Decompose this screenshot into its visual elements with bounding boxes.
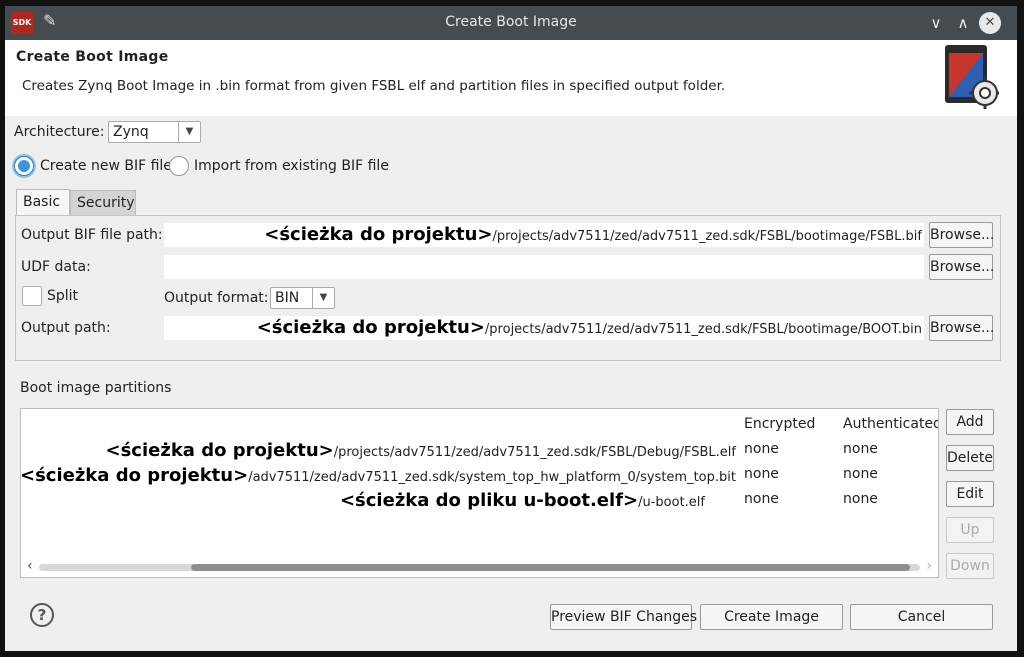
move-down-button[interactable]: Down <box>946 553 994 579</box>
chevron-up-icon[interactable]: ∧ <box>952 12 974 34</box>
column-authenticated: Authenticated <box>843 416 939 432</box>
dialog-header: Create Boot Image Creates Zynq Boot Imag… <box>5 40 1017 116</box>
architecture-value: Zynq <box>113 124 149 140</box>
output-path-browse-button[interactable]: Browse... <box>929 315 994 341</box>
architecture-label: Architecture: <box>14 124 105 140</box>
output-bif-browse-button[interactable]: Browse... <box>929 222 994 248</box>
window-title: Create Boot Image <box>445 14 577 30</box>
output-bif-label: Output BIF file path: <box>21 227 163 243</box>
tab-security[interactable]: Security <box>70 190 136 215</box>
partition-path-value: /projects/adv7511/zed/adv7511_zed.sdk/FS… <box>333 445 736 460</box>
create-new-bif-radio[interactable] <box>14 156 34 176</box>
output-bif-field[interactable]: <ścieżka do projektu>/projects/adv7511/z… <box>164 223 924 247</box>
column-encrypted: Encrypted <box>744 416 816 432</box>
partition-path-prefix: <ścieżka do projektu> <box>20 465 249 486</box>
cancel-button[interactable]: Cancel <box>850 604 993 630</box>
partition-encrypted: none <box>744 491 779 507</box>
partition-path-prefix: <ścieżka do pliku u-boot.elf> <box>339 490 639 511</box>
dialog-window: SDK ✎ Create Boot Image ∨ ∧ ✕ Create Boo… <box>5 6 1017 651</box>
page-description: Creates Zynq Boot Image in .bin format f… <box>22 78 726 94</box>
partitions-title: Boot image partitions <box>20 380 172 396</box>
tab-basic[interactable]: Basic <box>16 189 70 215</box>
udf-browse-button[interactable]: Browse... <box>929 254 994 280</box>
scrollbar-thumb[interactable] <box>191 564 910 571</box>
udf-data-label: UDF data: <box>21 259 91 275</box>
output-path-field[interactable]: <ścieżka do projektu>/projects/adv7511/z… <box>164 316 924 340</box>
page-title: Create Boot Image <box>16 49 169 65</box>
partition-encrypted: none <box>744 466 779 482</box>
table-row[interactable]: <ścieżka do pliku u-boot.elf>/u-boot.elf… <box>21 488 938 513</box>
delete-partition-button[interactable]: Delete <box>946 445 994 471</box>
create-new-bif-label[interactable]: Create new BIF file <box>40 158 172 174</box>
partitions-list[interactable]: Encrypted Authenticated <ścieżka do proj… <box>20 408 939 578</box>
output-format-label: Output format: <box>164 290 269 306</box>
partition-path-prefix: <ścieżka do projektu> <box>105 440 334 461</box>
chevron-right-icon[interactable]: › <box>926 558 932 574</box>
edit-partition-button[interactable]: Edit <box>946 481 994 507</box>
table-row[interactable]: <ścieżka do projektu>/projects/adv7511/z… <box>21 438 938 463</box>
partition-encrypted: none <box>744 441 779 457</box>
chevron-down-icon: ▼ <box>178 122 200 142</box>
split-checkbox[interactable] <box>22 286 42 306</box>
import-bif-radio[interactable] <box>169 156 189 176</box>
chevron-down-icon[interactable]: ∨ <box>925 12 947 34</box>
partition-path: <ścieżka do pliku u-boot.elf>/u-boot.elf <box>340 488 705 515</box>
horizontal-scrollbar[interactable]: ‹ › <box>21 558 938 574</box>
output-bif-value: /projects/adv7511/zed/adv7511_zed.sdk/FS… <box>492 229 922 244</box>
boot-image-gear-icon <box>945 45 999 109</box>
output-path-label: Output path: <box>21 320 111 336</box>
basic-tab-panel: Output BIF file path: <ścieżka do projek… <box>15 215 1001 361</box>
partition-path-value: /u-boot.elf <box>638 495 705 510</box>
scrollbar-track[interactable] <box>39 564 920 571</box>
split-label[interactable]: Split <box>47 288 78 304</box>
screenshot-frame: SDK ✎ Create Boot Image ∨ ∧ ✕ Create Boo… <box>0 0 1024 657</box>
add-partition-button[interactable]: Add <box>946 409 994 435</box>
preview-bif-changes-button[interactable]: Preview BIF Changes <box>550 604 697 630</box>
output-path-prefix: <ścieżka do projektu> <box>256 317 485 338</box>
help-icon[interactable]: ? <box>30 603 54 627</box>
partition-authenticated: none <box>843 441 878 457</box>
architecture-select[interactable]: Zynq ▼ <box>108 121 201 143</box>
chevron-left-icon[interactable]: ‹ <box>27 558 33 574</box>
output-format-value: BIN <box>275 290 300 306</box>
import-bif-label[interactable]: Import from existing BIF file <box>194 158 389 174</box>
output-bif-prefix: <ścieżka do projektu> <box>264 224 493 245</box>
table-row[interactable]: <ścieżka do projektu>/adv7511/zed/adv751… <box>21 463 938 488</box>
partition-path-value: /adv7511/zed/adv7511_zed.sdk/system_top_… <box>248 470 736 485</box>
output-path-value: /projects/adv7511/zed/adv7511_zed.sdk/FS… <box>484 322 922 337</box>
output-format-select[interactable]: BIN ▼ <box>270 287 335 309</box>
close-icon[interactable]: ✕ <box>979 12 1001 34</box>
chevron-down-icon: ▼ <box>312 288 334 308</box>
partition-authenticated: none <box>843 466 878 482</box>
title-bar[interactable]: SDK ✎ Create Boot Image ∨ ∧ ✕ <box>5 6 1017 40</box>
partition-path: <ścieżka do projektu>/adv7511/zed/adv751… <box>20 463 736 490</box>
create-image-button[interactable]: Create Image <box>700 604 843 630</box>
move-up-button[interactable]: Up <box>946 517 994 543</box>
partition-path: <ścieżka do projektu>/projects/adv7511/z… <box>106 438 736 465</box>
partition-authenticated: none <box>843 491 878 507</box>
udf-data-field[interactable] <box>164 255 924 279</box>
